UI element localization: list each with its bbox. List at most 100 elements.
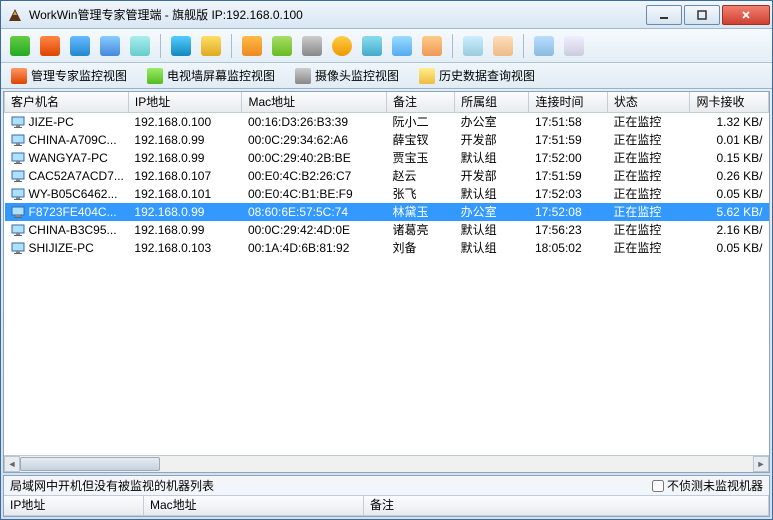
toolbar-btn-6[interactable] — [168, 33, 194, 59]
cell-ip: 192.168.0.99 — [128, 203, 242, 221]
table-row[interactable]: CHINA-B3C95...192.168.0.9900:0C:29:42:4D… — [5, 221, 769, 239]
toolbar-btn-12[interactable] — [359, 33, 385, 59]
client-table-wrap[interactable]: 客户机名 IP地址 Mac地址 备注 所属组 连接时间 状态 网卡接收 JIZE… — [4, 92, 769, 455]
cell-ip: 192.168.0.99 — [128, 221, 242, 239]
toolbar-btn-2[interactable] — [37, 33, 63, 59]
table-row[interactable]: SHIJIZE-PC192.168.0.10300:1A:4D:6B:81:92… — [5, 239, 769, 257]
cell-hostname: JIZE-PC — [5, 113, 129, 131]
cell-net: 5.62 KB/ — [690, 203, 769, 221]
main-window: WorkWin管理专家管理端 - 旗舰版 IP:192.168.0.100 管理… — [0, 0, 773, 520]
table-row[interactable]: WY-B05C6462...192.168.0.10100:E0:4C:B1:B… — [5, 185, 769, 203]
content-area: 客户机名 IP地址 Mac地址 备注 所属组 连接时间 状态 网卡接收 JIZE… — [3, 91, 770, 473]
toolbar-separator — [231, 34, 232, 58]
scroll-left-arrow[interactable]: ◄ — [4, 456, 20, 472]
table-header-row: 客户机名 IP地址 Mac地址 备注 所属组 连接时间 状态 网卡接收 — [5, 92, 769, 112]
toolbar-btn-8[interactable] — [239, 33, 265, 59]
cell-status: 正在监控 — [607, 203, 690, 221]
toolbar-btn-18[interactable] — [561, 33, 587, 59]
horizontal-scrollbar[interactable]: ◄ ► — [4, 455, 769, 472]
table-row[interactable]: WANGYA7-PC192.168.0.9900:0C:29:40:2B:BE贾… — [5, 149, 769, 167]
cell-group: 开发部 — [455, 131, 529, 149]
col-netrecv[interactable]: 网卡接收 — [690, 92, 769, 112]
tab-camera-view[interactable]: 摄像头监控视图 — [291, 65, 403, 87]
client-table: 客户机名 IP地址 Mac地址 备注 所属组 连接时间 状态 网卡接收 JIZE… — [4, 92, 769, 257]
no-detect-text: 不侦测未监视机器 — [667, 477, 763, 494]
cell-time: 17:51:59 — [529, 131, 607, 149]
toolbar-btn-16[interactable] — [490, 33, 516, 59]
cell-group: 默认组 — [455, 239, 529, 257]
col-mac[interactable]: Mac地址 — [242, 92, 387, 112]
tab-history-view[interactable]: 历史数据查询视图 — [415, 65, 539, 87]
toolbar-btn-17[interactable] — [531, 33, 557, 59]
cell-net: 0.15 KB/ — [690, 149, 769, 167]
no-detect-checkbox[interactable] — [652, 480, 664, 492]
window-title: WorkWin管理专家管理端 - 旗舰版 IP:192.168.0.100 — [29, 6, 644, 23]
cell-remark: 贾宝玉 — [386, 149, 454, 167]
cell-mac: 00:0C:29:34:62:A6 — [242, 131, 387, 149]
cell-ip: 192.168.0.107 — [128, 167, 242, 185]
toolbar-btn-5[interactable] — [127, 33, 153, 59]
col-hostname[interactable]: 客户机名 — [5, 92, 129, 112]
bcol-remark[interactable]: 备注 — [364, 496, 769, 516]
pc-icon — [11, 170, 25, 182]
table-row[interactable]: JIZE-PC192.168.0.10000:16:D3:26:B3:39阮小二… — [5, 112, 769, 131]
col-group[interactable]: 所属组 — [455, 92, 529, 112]
cell-remark: 阮小二 — [386, 112, 454, 131]
bcol-mac[interactable]: Mac地址 — [144, 496, 364, 516]
cell-mac: 00:1A:4D:6B:81:92 — [242, 239, 387, 257]
pc-icon — [11, 224, 25, 236]
cell-ip: 192.168.0.103 — [128, 239, 242, 257]
col-ip[interactable]: IP地址 — [128, 92, 242, 112]
cell-time: 18:05:02 — [529, 239, 607, 257]
cell-group: 开发部 — [455, 167, 529, 185]
table-row[interactable]: CAC52A7ACD7...192.168.0.10700:E0:4C:B2:2… — [5, 167, 769, 185]
cell-net: 0.01 KB/ — [690, 131, 769, 149]
toolbar-btn-4[interactable] — [97, 33, 123, 59]
scroll-thumb[interactable] — [20, 457, 160, 471]
cell-ip: 192.168.0.99 — [128, 149, 242, 167]
scroll-right-arrow[interactable]: ► — [753, 456, 769, 472]
table-row[interactable]: CHINA-A709C...192.168.0.9900:0C:29:34:62… — [5, 131, 769, 149]
toolbar-btn-11[interactable] — [329, 33, 355, 59]
history-icon — [419, 68, 435, 84]
cell-hostname: WANGYA7-PC — [5, 149, 129, 167]
no-detect-label[interactable]: 不侦测未监视机器 — [652, 477, 763, 494]
cell-group: 默认组 — [455, 221, 529, 239]
cell-hostname: F8723FE404C... — [5, 203, 129, 221]
unmonitored-header: 局域网中开机但没有被监视的机器列表 不侦测未监视机器 — [4, 476, 769, 496]
cell-net: 0.05 KB/ — [690, 185, 769, 203]
maximize-button[interactable] — [684, 5, 720, 25]
pc-icon — [11, 188, 25, 200]
cell-mac: 00:16:D3:26:B3:39 — [242, 112, 387, 131]
toolbar-btn-13[interactable] — [389, 33, 415, 59]
toolbar-btn-1[interactable] — [7, 33, 33, 59]
cell-hostname: WY-B05C6462... — [5, 185, 129, 203]
cell-net: 2.16 KB/ — [690, 221, 769, 239]
tab-monitor-view[interactable]: 管理专家监控视图 — [7, 65, 131, 87]
toolbar-btn-14[interactable] — [419, 33, 445, 59]
toolbar-btn-3[interactable] — [67, 33, 93, 59]
col-conntime[interactable]: 连接时间 — [529, 92, 607, 112]
pc-icon — [11, 152, 25, 164]
tab-label: 管理专家监控视图 — [31, 67, 127, 84]
toolbar-btn-9[interactable] — [269, 33, 295, 59]
minimize-button[interactable] — [646, 5, 682, 25]
unmonitored-title: 局域网中开机但没有被监视的机器列表 — [10, 477, 214, 494]
cell-net: 1.32 KB/ — [690, 112, 769, 131]
cell-ip: 192.168.0.99 — [128, 131, 242, 149]
toolbar-btn-7[interactable] — [198, 33, 224, 59]
cell-net: 0.26 KB/ — [690, 167, 769, 185]
cell-mac: 00:0C:29:40:2B:BE — [242, 149, 387, 167]
toolbar-btn-10[interactable] — [299, 33, 325, 59]
cell-status: 正在监控 — [607, 131, 690, 149]
bcol-ip[interactable]: IP地址 — [4, 496, 144, 516]
cell-hostname: CAC52A7ACD7... — [5, 167, 129, 185]
close-button[interactable] — [722, 5, 770, 25]
cell-time: 17:52:08 — [529, 203, 607, 221]
col-status[interactable]: 状态 — [607, 92, 690, 112]
col-remark[interactable]: 备注 — [386, 92, 454, 112]
titlebar: WorkWin管理专家管理端 - 旗舰版 IP:192.168.0.100 — [1, 1, 772, 29]
tab-tvwall-view[interactable]: 电视墙屏幕监控视图 — [143, 65, 279, 87]
table-row[interactable]: F8723FE404C...192.168.0.9908:60:6E:57:5C… — [5, 203, 769, 221]
toolbar-btn-15[interactable] — [460, 33, 486, 59]
